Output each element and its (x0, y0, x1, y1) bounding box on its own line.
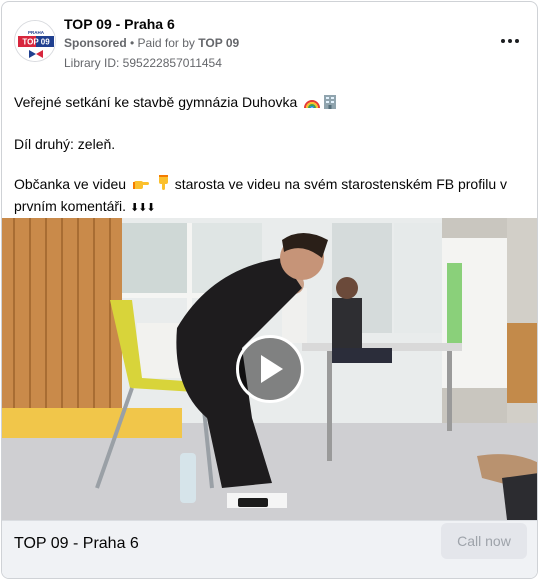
page-avatar[interactable]: PRAHA TOP 09 (14, 20, 56, 62)
ad-footer: TOP 09 - Praha 6 Call now (2, 520, 537, 578)
library-id: Library ID: 595222857011454 (64, 56, 222, 70)
post-paragraph-1: Veřejné setkání ke stavbě gymnázia Duhov… (14, 92, 524, 114)
call-now-button[interactable]: Call now (441, 523, 527, 559)
point-right-hand-icon (132, 176, 150, 196)
ad-card: PRAHA TOP 09 TOP 09 - Praha 6 Sponsored … (1, 1, 538, 579)
post-paragraph-3: Občanka ve videu starosta ve videu na sv… (14, 174, 524, 218)
sponsored-line: Sponsored • Paid for by TOP 09 (64, 36, 239, 50)
office-building-icon (323, 94, 337, 114)
logo-top-text: PRAHA (28, 30, 45, 35)
page-name-link[interactable]: TOP 09 - Praha 6 (64, 16, 175, 32)
point-down-hand-icon (157, 175, 171, 196)
paid-for-prefix: Paid for by (137, 36, 199, 50)
arrows-down-icon: ⬇⬇⬇ (129, 202, 156, 214)
logo-main-text: TOP 09 (22, 38, 50, 47)
play-icon (261, 355, 283, 383)
post-line-3a: Občanka ve videu (14, 176, 127, 192)
separator-dot: • (126, 36, 138, 50)
video-player[interactable] (2, 218, 537, 520)
top09-logo-icon: PRAHA TOP 09 (15, 21, 55, 61)
more-horizontal-icon (501, 39, 519, 43)
post-text: Veřejné setkání ke stavbě gymnázia Duhov… (14, 92, 524, 238)
paid-for-name[interactable]: TOP 09 (198, 36, 239, 50)
play-button[interactable] (236, 335, 304, 403)
rainbow-icon (304, 94, 321, 114)
ad-header: PRAHA TOP 09 TOP 09 - Praha 6 Sponsored … (2, 2, 537, 80)
post-paragraph-2: Díl druhý: zeleň. (14, 136, 116, 152)
more-options-button[interactable] (499, 30, 521, 52)
sponsored-label: Sponsored (64, 36, 127, 50)
footer-page-name[interactable]: TOP 09 - Praha 6 (14, 535, 139, 553)
post-line-1: Veřejné setkání ke stavbě gymnázia Duhov… (14, 94, 298, 110)
